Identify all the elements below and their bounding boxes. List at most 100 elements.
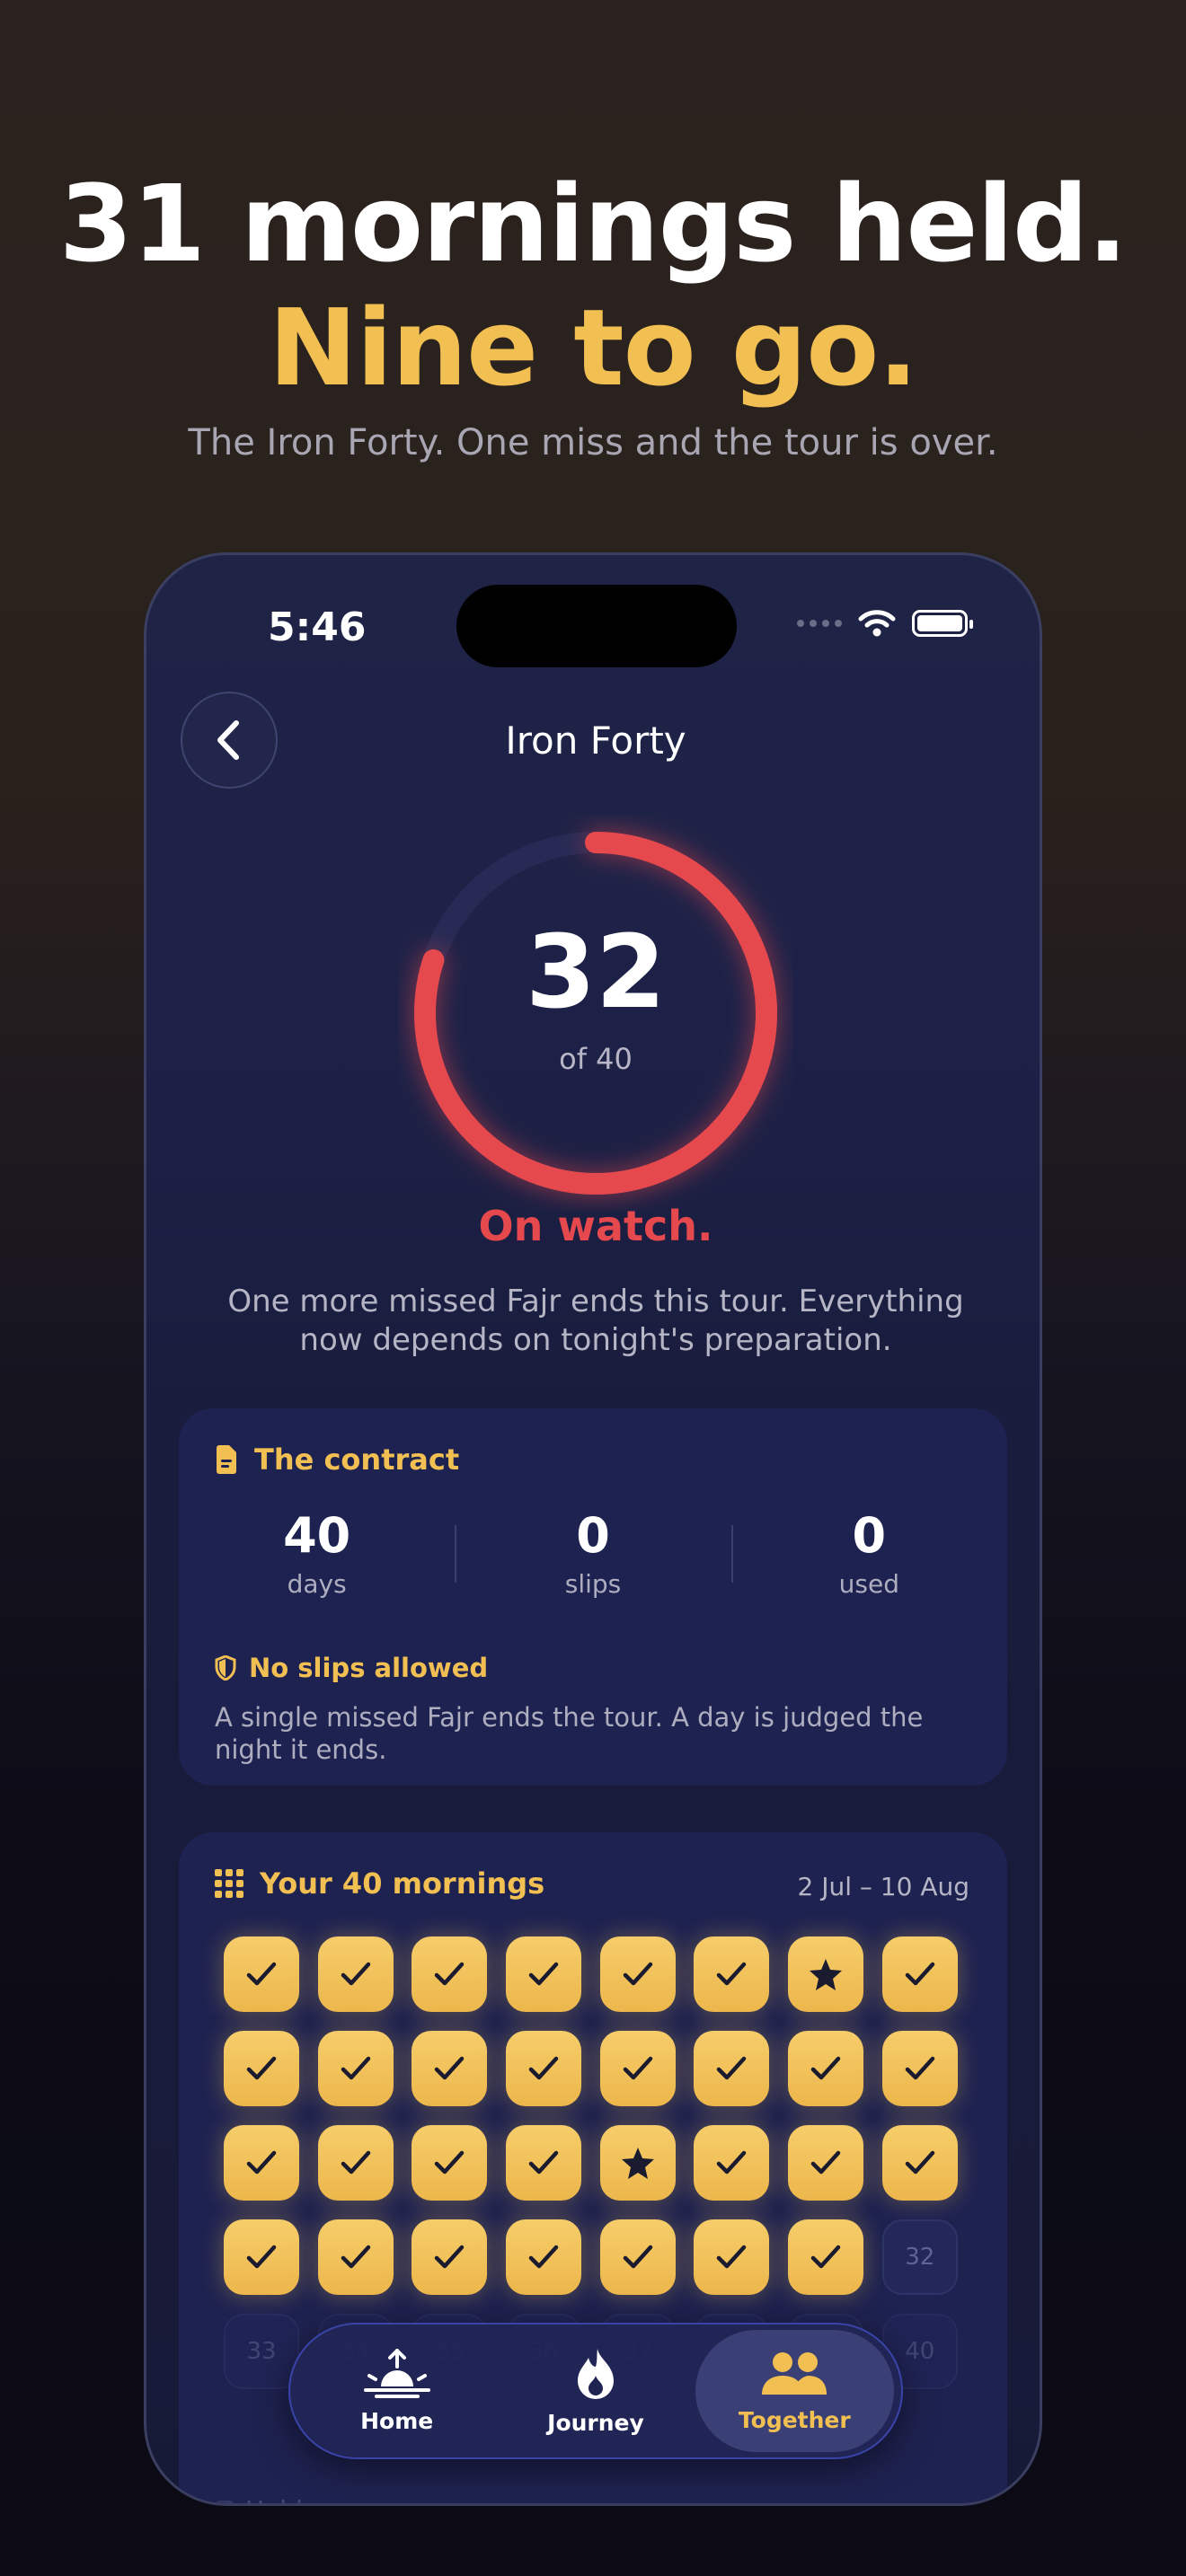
day-cell-held <box>317 2031 394 2106</box>
sunrise-icon <box>363 2348 430 2398</box>
checkmark-icon <box>341 2150 370 2175</box>
stat-days: 40 days <box>179 1507 455 1599</box>
checkmark-icon <box>435 2245 465 2269</box>
status-icons <box>797 609 973 638</box>
day-cell-held <box>412 1936 488 2012</box>
status-description: One more missed Fajr ends this tour. Eve… <box>227 1284 964 1358</box>
contract-stats: 40 days 0 slips 0 used <box>179 1507 1007 1599</box>
day-cell-held <box>412 2031 488 2106</box>
phone-frame: 5:46 Iron Forty 32 of 40 On watch. One m… <box>144 552 1042 2506</box>
rule-title: No slips allowed <box>249 1653 489 1683</box>
checkmark-icon <box>810 2056 841 2080</box>
day-cell-held <box>881 1936 958 2012</box>
checkmark-icon <box>623 2245 652 2269</box>
status-time: 5:46 <box>268 604 367 650</box>
checkmark-icon <box>528 2056 559 2080</box>
checkmark-icon <box>435 2056 465 2080</box>
day-cell-held <box>694 1936 770 2012</box>
day-cell-held <box>599 1936 676 2012</box>
checkmark-icon <box>246 1962 277 1986</box>
day-cell-held <box>506 2125 582 2201</box>
day-cell-star <box>599 2125 676 2201</box>
dynamic-island <box>456 585 737 667</box>
legend: Held <box>215 2495 303 2503</box>
checkmark-icon <box>246 2150 277 2175</box>
stat-label: days <box>287 1569 347 1599</box>
signal-icon <box>797 620 842 627</box>
shield-icon <box>215 1655 236 1681</box>
day-cell-held <box>599 2219 676 2295</box>
star-icon <box>621 2148 654 2179</box>
tab-together[interactable]: Together <box>695 2330 894 2452</box>
document-icon <box>217 1445 236 1474</box>
mornings-header: Your 40 mornings <box>215 1866 544 1901</box>
wifi-icon <box>858 610 896 637</box>
day-cell-held <box>317 1936 394 2012</box>
checkmark-icon <box>810 2150 841 2175</box>
checkmark-icon <box>246 2245 277 2269</box>
day-cell-held <box>788 2125 864 2201</box>
checkmark-icon <box>341 2245 370 2269</box>
day-cell-held <box>881 2125 958 2201</box>
checkmark-icon <box>341 2056 370 2080</box>
star-icon <box>810 1959 843 1990</box>
stat-value: 0 <box>852 1507 887 1564</box>
checkmark-icon <box>528 1962 559 1986</box>
day-cell-held <box>224 2125 299 2201</box>
people-icon <box>762 2351 828 2395</box>
contract-card: The contract 40 days 0 slips 0 used No s… <box>179 1408 1007 1786</box>
checkmark-icon <box>435 1962 465 1986</box>
day-cell-held <box>317 2219 394 2295</box>
day-cell-held <box>506 2219 582 2295</box>
day-number: 32 <box>905 2244 935 2271</box>
tab-home[interactable]: Home <box>297 2330 496 2452</box>
legend-held-swatch <box>215 2500 235 2503</box>
legend-held-label: Held <box>245 2495 303 2503</box>
checkmark-icon <box>717 1962 747 1986</box>
tab-home-label: Home <box>360 2407 434 2434</box>
day-cell-held <box>224 2219 299 2295</box>
checkmark-icon <box>905 2056 935 2080</box>
stat-value: 40 <box>283 1507 351 1564</box>
contract-header: The contract <box>215 1442 459 1477</box>
stat-value: 0 <box>576 1507 610 1564</box>
tab-together-label: Together <box>738 2406 851 2433</box>
day-cell-held <box>694 2219 770 2295</box>
status-headline: On watch. <box>478 1202 713 1250</box>
checkmark-icon <box>717 2056 747 2080</box>
day-cell-upcoming: 32 <box>881 2219 958 2295</box>
stat-slips: 0 slips <box>455 1507 730 1599</box>
checkmark-icon <box>717 2245 747 2269</box>
checkmark-icon <box>905 2150 935 2175</box>
date-range: 2 Jul – 10 Aug <box>797 1872 969 1901</box>
day-cell-held <box>599 2031 676 2106</box>
hero-subtitle: The Iron Forty. One miss and the tour is… <box>188 422 998 463</box>
checkmark-icon <box>623 2056 652 2080</box>
day-cell-held <box>694 2125 770 2201</box>
day-cell-star <box>788 1936 864 2012</box>
checkmark-icon <box>341 1962 370 1986</box>
rule-text: A single missed Fajr ends the tour. A da… <box>215 1702 924 1765</box>
checkmark-icon <box>717 2150 747 2175</box>
day-cell-held <box>788 2219 864 2295</box>
day-cell-held <box>881 2031 958 2106</box>
hero-headline-line1: 31 mornings held. <box>58 162 1128 286</box>
day-cell-held <box>317 2125 394 2201</box>
battery-icon <box>912 610 973 637</box>
tab-journey[interactable]: Journey <box>496 2330 695 2452</box>
tab-journey-label: Journey <box>547 2409 644 2436</box>
checkmark-icon <box>528 2150 559 2175</box>
mornings-title: Your 40 mornings <box>260 1866 545 1901</box>
checkmark-icon <box>435 2150 465 2175</box>
flame-icon <box>577 2348 614 2399</box>
progress-ring: 32 of 40 <box>398 816 793 1211</box>
grid-icon <box>215 1869 243 1898</box>
day-cell-held <box>506 1936 582 2012</box>
day-number: 33 <box>246 2338 277 2365</box>
day-cell-held <box>412 2125 488 2201</box>
checkmark-icon <box>905 1962 935 1986</box>
day-cell-held <box>788 2031 864 2106</box>
day-cell-held <box>694 2031 770 2106</box>
day-cell-held <box>224 1936 299 2012</box>
day-cell-held <box>506 2031 582 2106</box>
